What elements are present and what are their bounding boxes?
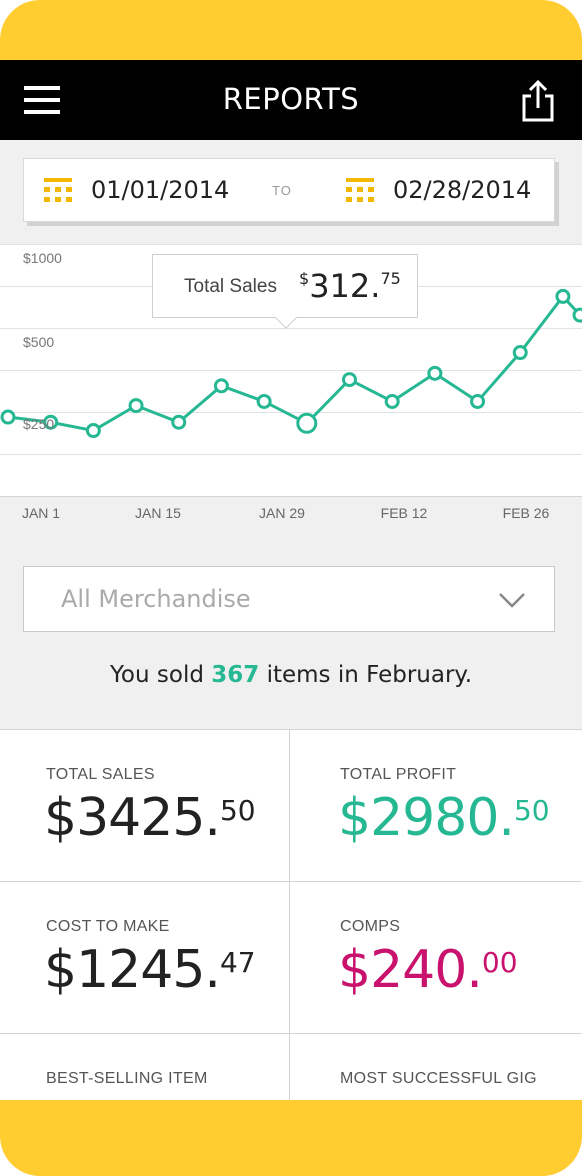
y-tick-label: $1000 xyxy=(23,250,62,266)
stat-total-sales: TOTAL SALES $3425.50 xyxy=(0,730,291,882)
stat-value: $3425.50 xyxy=(44,788,256,848)
data-point[interactable] xyxy=(384,393,400,409)
y-tick-label: $500 xyxy=(23,334,55,350)
y-tick-label: $250 xyxy=(23,416,55,432)
calendar-icon[interactable] xyxy=(44,178,72,204)
data-point[interactable] xyxy=(85,423,101,439)
stat-label: TOTAL PROFIT xyxy=(340,766,457,783)
data-point[interactable] xyxy=(341,372,357,388)
data-point[interactable] xyxy=(572,307,582,323)
stat-label: COMPS xyxy=(340,918,401,935)
x-tick-label: FEB 12 xyxy=(380,505,428,521)
tooltip-value: $312.75 xyxy=(299,267,401,305)
merchandise-dropdown[interactable]: All Merchandise xyxy=(23,566,555,632)
stat-value: $2980.50 xyxy=(338,788,550,848)
x-axis: JAN 1 JAN 15 JAN 29 FEB 12 FEB 26 xyxy=(0,496,582,530)
data-point[interactable] xyxy=(256,393,272,409)
filter-section: All Merchandise You sold 367 items in Fe… xyxy=(0,530,582,730)
x-tick-label: JAN 15 xyxy=(135,505,181,521)
tooltip-pointer xyxy=(275,317,297,329)
stat-label: TOTAL SALES xyxy=(46,766,155,783)
stats-grid: TOTAL SALES $3425.50 TOTAL PROFIT $2980.… xyxy=(0,730,582,1100)
app-screen: REPORTS 01/01/2014 TO 02/28/2014 $1000 $… xyxy=(0,60,582,1100)
chevron-down-icon xyxy=(499,593,525,608)
stat-total-profit: TOTAL PROFIT $2980.50 xyxy=(289,730,582,882)
data-point[interactable] xyxy=(171,414,187,430)
start-date-field[interactable]: 01/01/2014 xyxy=(91,176,229,204)
stat-label: MOST SUCCESSFUL GIG xyxy=(340,1070,537,1087)
highlighted-data-point[interactable] xyxy=(296,412,318,434)
items-sold-summary: You sold 367 items in February. xyxy=(109,662,473,688)
page-title: REPORTS xyxy=(222,82,360,116)
stat-best-selling-item: BEST-SELLING ITEM xyxy=(0,1034,291,1100)
data-point[interactable] xyxy=(512,345,528,361)
items-sold-count: 367 xyxy=(211,662,260,688)
date-range-bar: 01/01/2014 TO 02/28/2014 xyxy=(0,140,582,244)
x-tick-label: JAN 1 xyxy=(21,505,61,521)
stat-most-successful-gig: MOST SUCCESSFUL GIG xyxy=(289,1034,582,1100)
x-tick-label: JAN 29 xyxy=(259,505,305,521)
dropdown-value: All Merchandise xyxy=(61,585,251,613)
stat-cost-to-make: COST TO MAKE $1245.47 xyxy=(0,882,291,1034)
top-bar: REPORTS xyxy=(0,60,582,140)
tooltip-label: Total Sales xyxy=(184,276,277,297)
date-range-picker: 01/01/2014 TO 02/28/2014 xyxy=(23,158,555,222)
stat-comps: COMPS $240.00 xyxy=(289,882,582,1034)
data-point[interactable] xyxy=(555,288,571,304)
data-point[interactable] xyxy=(0,409,16,425)
data-point[interactable] xyxy=(427,365,443,381)
stat-label: BEST-SELLING ITEM xyxy=(46,1070,208,1087)
x-tick-label: FEB 26 xyxy=(502,505,550,521)
calendar-icon[interactable] xyxy=(346,178,374,204)
end-date-field[interactable]: 02/28/2014 xyxy=(393,176,531,204)
share-icon[interactable] xyxy=(520,78,556,124)
data-point[interactable] xyxy=(128,398,144,414)
stat-value: $1245.47 xyxy=(44,940,256,1000)
data-point[interactable] xyxy=(470,393,486,409)
date-range-separator: TO xyxy=(272,183,292,198)
stat-label: COST TO MAKE xyxy=(46,918,170,935)
chart-tooltip: Total Sales $312.75 xyxy=(152,254,418,329)
stat-value: $240.00 xyxy=(338,940,518,1000)
data-point[interactable] xyxy=(213,378,229,394)
device-frame: REPORTS 01/01/2014 TO 02/28/2014 $1000 $… xyxy=(0,0,582,1176)
